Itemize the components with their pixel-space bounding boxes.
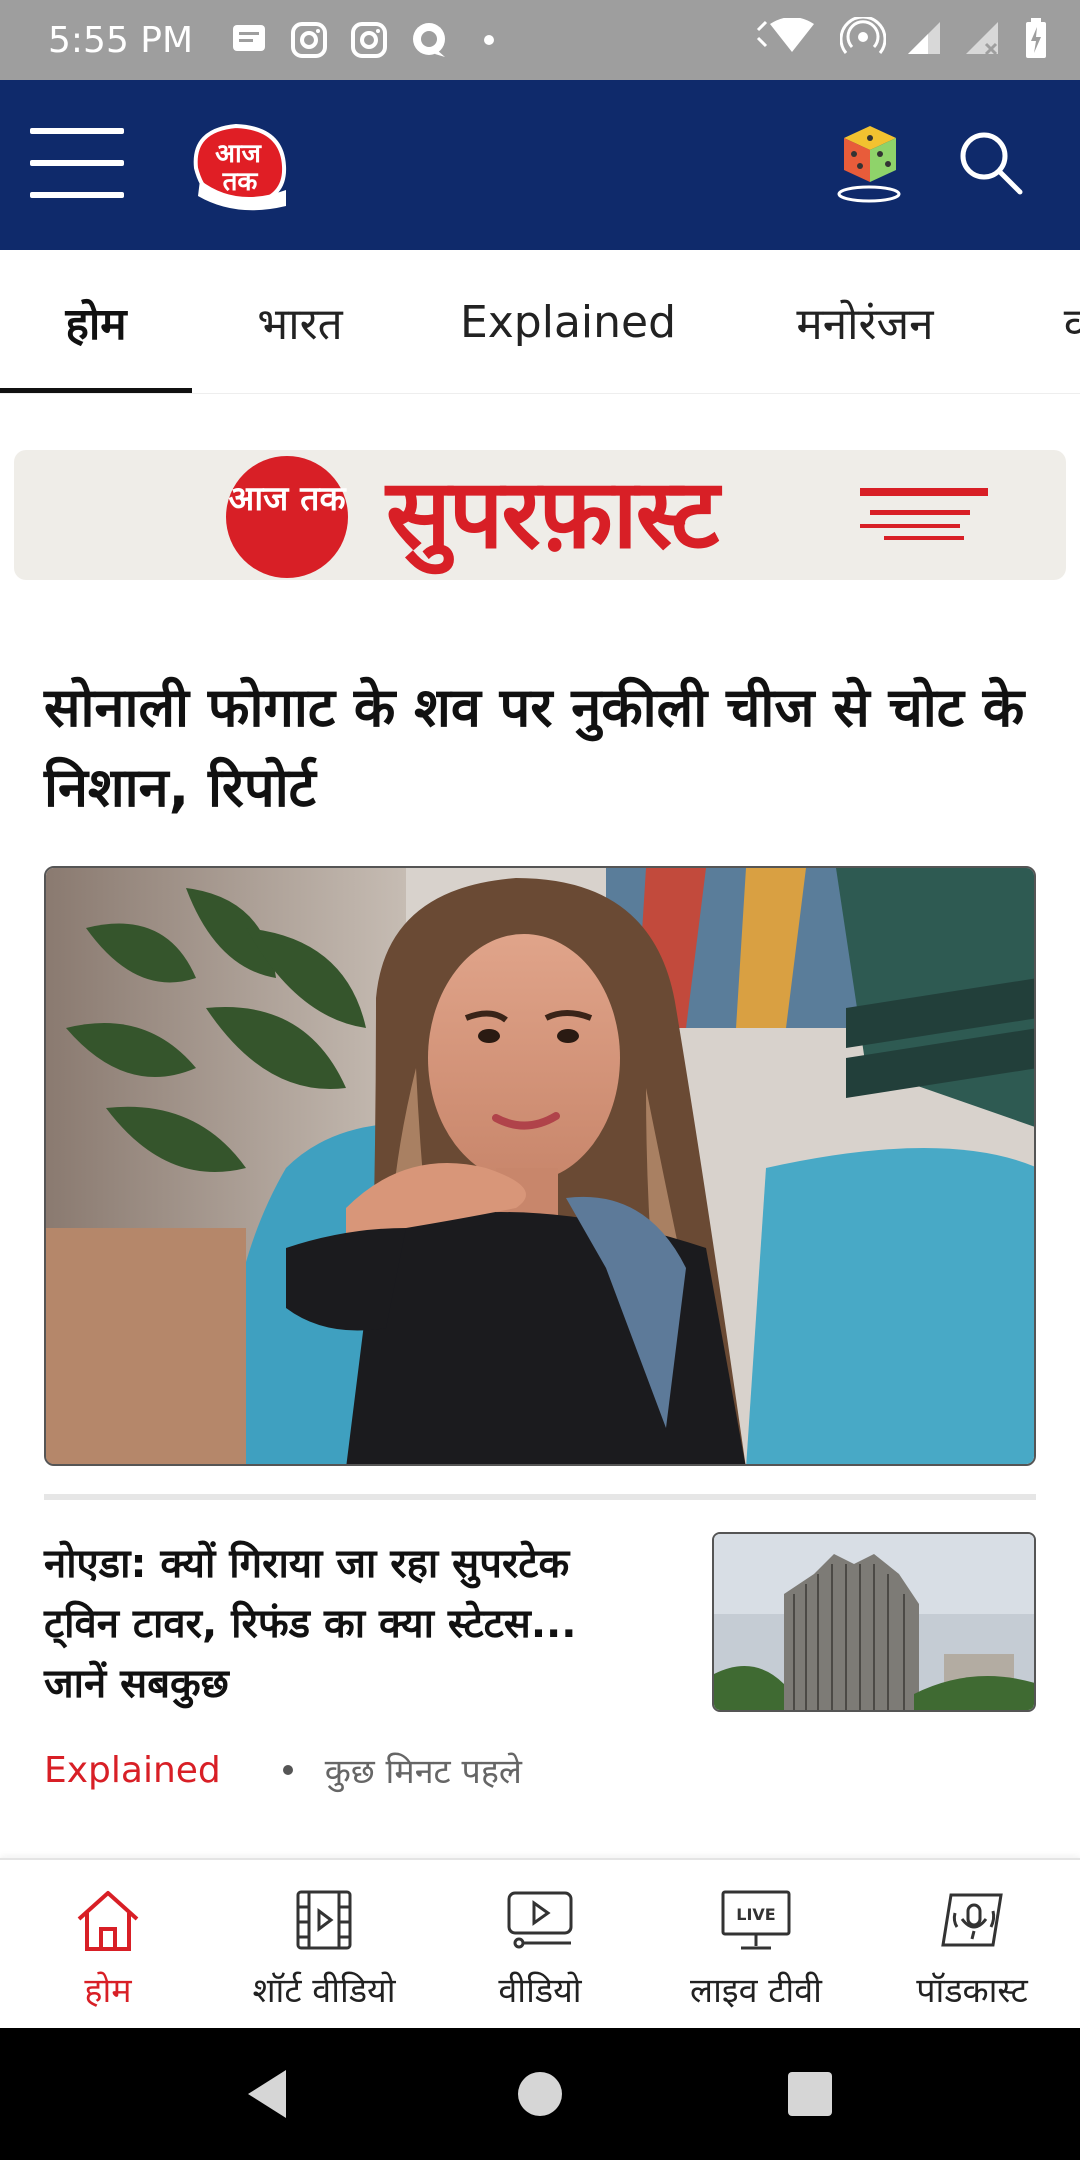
hotspot-icon: [839, 15, 887, 64]
nav-short-video[interactable]: शॉर्ट वीडियो: [216, 1860, 432, 2030]
signal-no-data-icon: [962, 18, 1006, 63]
tab-explained[interactable]: Explained: [440, 250, 696, 393]
active-tab-indicator: [0, 388, 192, 393]
story-thumbnail[interactable]: [712, 1532, 1036, 1712]
story-category-tag[interactable]: Explained: [44, 1750, 221, 1791]
status-bar: 5:55 PM: [0, 0, 1080, 80]
nav-podcast[interactable]: पॉडकास्ट: [864, 1860, 1080, 2030]
nav-label: शॉर्ट वीडियो: [252, 1971, 396, 2011]
nav-label: लाइव टीवी: [690, 1971, 822, 2011]
tab-bharat[interactable]: भारत: [220, 250, 380, 393]
status-time: 5:55 PM: [48, 19, 194, 61]
live-badge-text: LIVE: [736, 1905, 775, 1924]
podcast-icon: [932, 1884, 1012, 1956]
speed-lines-icon: [860, 488, 988, 540]
hamburger-menu-icon[interactable]: [30, 128, 124, 200]
aajtak-logo[interactable]: आज तक: [186, 118, 292, 214]
nav-label: वीडियो: [498, 1971, 582, 2011]
chat-bubble-icon: [409, 20, 449, 60]
superfast-banner[interactable]: आज तक सुपरफ़ास्ट: [14, 450, 1066, 580]
story-timestamp: कुछ मिनट पहले: [324, 1752, 522, 1792]
message-icon: [229, 20, 269, 60]
nav-home[interactable]: होम: [0, 1860, 216, 2030]
banner-logo: आज तक: [226, 456, 348, 578]
banner-logo-text: आज तक: [228, 479, 346, 519]
top-story-image[interactable]: [44, 866, 1036, 1466]
tab-home[interactable]: होम: [0, 250, 192, 393]
bottom-navigation: होम शॉर्ट वीडियो वीडियो LIVE लाइव टीवी प…: [0, 1858, 1080, 2028]
notification-icons: [229, 20, 509, 60]
tab-manoranjan[interactable]: मनोरंजन: [760, 250, 970, 393]
meta-separator-dot: [282, 1765, 293, 1775]
story-meta: Explained कुछ मिनट पहले: [44, 1746, 522, 1794]
system-status-icons: [756, 15, 1048, 64]
signal-icon: [904, 18, 944, 63]
category-tabs: होम भारत Explained मनोरंजन व: [0, 250, 1080, 394]
app-header: आज तक: [0, 80, 1080, 250]
nav-video[interactable]: वीडियो: [432, 1860, 648, 2030]
back-icon[interactable]: [238, 2064, 298, 2124]
instagram-icon: [349, 20, 389, 60]
banner-title: सुपरफ़ास्ट: [386, 458, 719, 570]
short-video-icon: [284, 1884, 364, 1956]
recents-icon[interactable]: [780, 2064, 840, 2124]
svg-text:तक: तक: [222, 167, 259, 197]
story-title[interactable]: नोएडा: क्यों गिराया जा रहा सुपरटेक ट्विन…: [44, 1534, 644, 1714]
instagram-icon: [289, 20, 329, 60]
more-dot-icon: [469, 20, 509, 60]
story-divider: [44, 1494, 1036, 1500]
system-navigation-bar: [0, 2028, 1080, 2160]
tab-next-partial[interactable]: व: [1056, 250, 1080, 393]
wifi-icon: [756, 16, 822, 63]
home-icon: [68, 1884, 148, 1956]
search-icon[interactable]: [958, 130, 1024, 196]
svg-text:आज: आज: [215, 139, 263, 169]
live-tv-icon: LIVE: [716, 1884, 796, 1956]
nav-live-tv[interactable]: LIVE लाइव टीवी: [648, 1860, 864, 2030]
home-button-icon[interactable]: [510, 2064, 570, 2124]
video-icon: [500, 1884, 580, 1956]
top-story-headline[interactable]: सोनाली फोगाट के शव पर नुकीली चीज से चोट …: [44, 668, 1044, 828]
dice-game-icon[interactable]: [832, 116, 906, 204]
nav-label: होम: [84, 1971, 132, 2011]
battery-icon: [1024, 17, 1048, 64]
nav-label: पॉडकास्ट: [916, 1971, 1028, 2011]
